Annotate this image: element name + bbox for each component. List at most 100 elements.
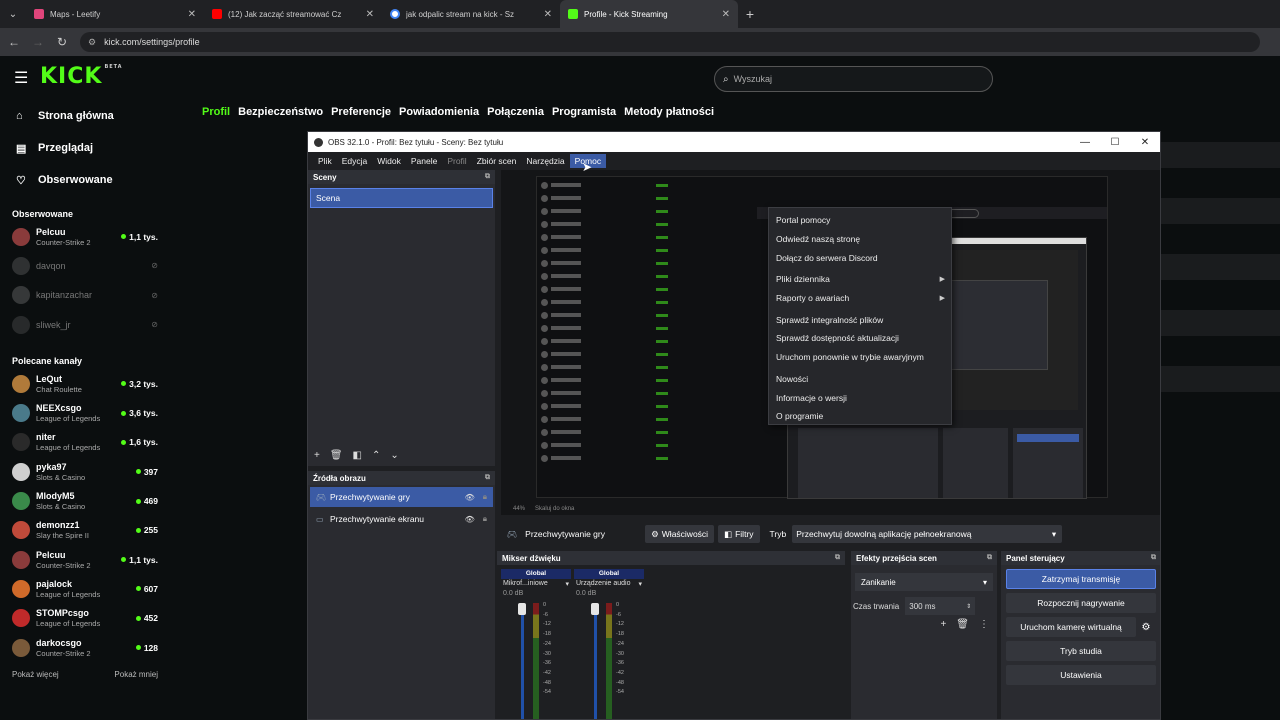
recommended-channel[interactable]: Pelcuu Counter-Strike 2 1,1 tys.: [0, 545, 170, 574]
menu-view[interactable]: Widok: [372, 154, 406, 168]
help-menu-item[interactable]: Uruchom ponownie w trybie awaryjnym: [769, 348, 951, 367]
recommended-channel[interactable]: LeQut Chat Roulette 3,2 tys.: [0, 369, 170, 398]
help-menu-item[interactable]: Informacje o wersji: [769, 388, 951, 407]
delete-transition-icon[interactable]: 🗑: [956, 619, 969, 630]
help-menu-item[interactable]: Sprawdź dostępność aktualizacji: [769, 329, 951, 348]
channel-name-row[interactable]: Urządzenie audio ▾: [574, 579, 644, 589]
recommended-channel[interactable]: MlodyM5 Slots & Casino 469: [0, 486, 170, 515]
menu-tools[interactable]: Narzędzia: [521, 154, 569, 168]
menu-scene-collection[interactable]: Zbiór scen: [472, 154, 522, 168]
volume-slider-handle[interactable]: [591, 603, 599, 615]
help-menu-item[interactable]: Portal pomocy: [769, 211, 951, 230]
zoom-level[interactable]: 44%: [513, 506, 525, 512]
menu-edit[interactable]: Edycja: [337, 154, 373, 168]
tab-profile[interactable]: Profil: [202, 106, 230, 118]
recommended-channel[interactable]: darkocsgo Counter-Strike 2 128: [0, 633, 170, 662]
mode-select[interactable]: Przechwytuj dowolną aplikację pełnoekran…: [792, 525, 1063, 543]
dock-undock-icon[interactable]: ⧉: [485, 173, 490, 181]
browser-tab-2[interactable]: (12) Jak zacząć streamować Cz ✕: [204, 0, 382, 28]
browser-tab-4[interactable]: Profile - Kick Streaming ✕: [560, 0, 738, 28]
tab-preferences[interactable]: Preferencje: [331, 106, 391, 118]
recommended-channel[interactable]: niter League of Legends 1,6 tys.: [0, 428, 170, 457]
nav-following[interactable]: ♡ Obserwowane: [0, 164, 170, 196]
new-tab-icon[interactable]: +: [738, 6, 762, 22]
recommended-channel[interactable]: STOMPcsgo League of Legends 452: [0, 604, 170, 633]
tab-list-chevron-icon[interactable]: ⌄: [0, 9, 26, 20]
spin-arrows-icon[interactable]: ⇕: [966, 603, 971, 610]
show-less-link[interactable]: Pokaż mniej: [114, 670, 158, 679]
add-transition-icon[interactable]: +: [940, 619, 946, 630]
visibility-eye-icon[interactable]: 👁︎: [465, 515, 475, 524]
dock-undock-icon[interactable]: ⧉: [1151, 554, 1156, 562]
channel-name-row[interactable]: Mikrof...iniowe ▾: [501, 579, 571, 589]
scale-mode[interactable]: Skaluj do okna: [535, 506, 574, 512]
followed-channel[interactable]: davqon ⊘: [0, 251, 170, 280]
duration-spinbox[interactable]: 300 ms ⇕: [905, 597, 976, 615]
move-down-icon[interactable]: ⌄: [390, 450, 398, 461]
tab-notifications[interactable]: Powiadomienia: [399, 106, 479, 118]
studio-mode-button[interactable]: Tryb studia: [1006, 641, 1156, 661]
followed-channel[interactable]: sliwek_jr ⊘: [0, 310, 170, 339]
tab-payment-methods[interactable]: Metody płatności: [624, 106, 714, 118]
filters-button[interactable]: ◧ Filtry: [718, 525, 760, 543]
show-more-link[interactable]: Pokaż więcej: [12, 670, 59, 679]
source-item[interactable]: ▭ Przechwytywanie ekranu 👁︎ 🔒︎: [310, 509, 493, 529]
visibility-eye-icon[interactable]: 👁︎: [465, 493, 475, 502]
minimize-icon[interactable]: —: [1070, 137, 1100, 148]
volume-slider-handle[interactable]: [518, 603, 526, 615]
help-menu-item[interactable]: Nowości: [769, 370, 951, 389]
more-options-icon[interactable]: ⋮: [979, 619, 989, 630]
stop-streaming-button[interactable]: Zatrzymaj transmisję: [1006, 569, 1156, 589]
url-field[interactable]: ⚙ kick.com/settings/profile: [80, 32, 1260, 52]
menu-icon[interactable]: ☰: [14, 68, 28, 88]
menu-file[interactable]: Plik: [313, 154, 337, 168]
obs-preview[interactable]: Portal pomocy Odwiedź naszą stronę Dołącz …: [501, 170, 1160, 515]
help-menu-item[interactable]: Sprawdź integralność plików: [769, 310, 951, 329]
tab-developer[interactable]: Programista: [552, 106, 616, 118]
help-menu-item[interactable]: Odwiedź naszą stronę: [769, 230, 951, 249]
settings-button[interactable]: Ustawienia: [1006, 665, 1156, 685]
help-menu-item[interactable]: Pliki dziennika ▶: [769, 270, 951, 289]
followed-channel[interactable]: kapitanzachar ⊘: [0, 281, 170, 310]
start-recording-button[interactable]: Rozpocznij nagrywanie: [1006, 593, 1156, 613]
forward-arrow-icon[interactable]: →: [26, 35, 50, 49]
lock-icon[interactable]: 🔒︎: [483, 492, 487, 502]
channel-menu-icon[interactable]: ▾: [638, 580, 642, 588]
reload-icon[interactable]: ↻: [50, 35, 74, 49]
properties-button[interactable]: ⚙ Właściwości: [645, 525, 715, 543]
scene-filters-icon[interactable]: ◧: [353, 450, 362, 461]
add-scene-icon[interactable]: +: [314, 450, 320, 461]
help-menu-item[interactable]: O programie: [769, 407, 951, 426]
kick-logo[interactable]: KICK BETA: [40, 64, 123, 89]
tab-connections[interactable]: Połączenia: [487, 106, 544, 118]
channel-menu-icon[interactable]: ▾: [565, 580, 569, 588]
help-menu-item[interactable]: Dołącz do serwera Discord: [769, 248, 951, 267]
dock-undock-icon[interactable]: ⧉: [987, 554, 992, 562]
recommended-channel[interactable]: pyka97 Slots & Casino 397: [0, 457, 170, 486]
lock-icon[interactable]: 🔒︎: [483, 514, 487, 524]
help-menu-item[interactable]: Raporty o awariach ▶: [769, 289, 951, 308]
close-tab-icon[interactable]: ✕: [366, 9, 374, 20]
start-virtual-camera-button[interactable]: Uruchom kamerę wirtualną: [1006, 617, 1136, 637]
tab-security[interactable]: Bezpieczeństwo: [238, 106, 323, 118]
nav-browse[interactable]: ▤ Przeglądaj: [0, 132, 170, 164]
menu-docks[interactable]: Panele: [406, 154, 442, 168]
close-window-icon[interactable]: ✕: [1130, 137, 1160, 148]
close-tab-icon[interactable]: ✕: [722, 9, 730, 20]
close-tab-icon[interactable]: ✕: [188, 9, 196, 20]
nav-home[interactable]: ⌂ Strona główna: [0, 100, 170, 132]
followed-channel[interactable]: Pelcuu Counter-Strike 2 1,1 tys.: [0, 222, 170, 251]
menu-profile[interactable]: Profil: [442, 154, 471, 168]
delete-scene-icon[interactable]: 🗑: [330, 450, 343, 461]
volume-slider-track[interactable]: [521, 603, 524, 719]
recommended-channel[interactable]: demonzz1 Slay the Spire II 255: [0, 516, 170, 545]
dock-undock-icon[interactable]: ⧉: [835, 554, 840, 562]
recommended-channel[interactable]: pajalock League of Legends 607: [0, 574, 170, 603]
close-tab-icon[interactable]: ✕: [544, 9, 552, 20]
dock-undock-icon[interactable]: ⧉: [485, 474, 490, 482]
move-up-icon[interactable]: ⌃: [372, 450, 380, 461]
browser-tab-3[interactable]: jak odpalic stream na kick - Sz ✕: [382, 0, 560, 28]
volume-slider-track[interactable]: [594, 603, 597, 719]
source-item[interactable]: 🎮︎ Przechwytywanie gry 👁︎ 🔒︎: [310, 487, 493, 507]
back-arrow-icon[interactable]: ←: [2, 35, 26, 49]
